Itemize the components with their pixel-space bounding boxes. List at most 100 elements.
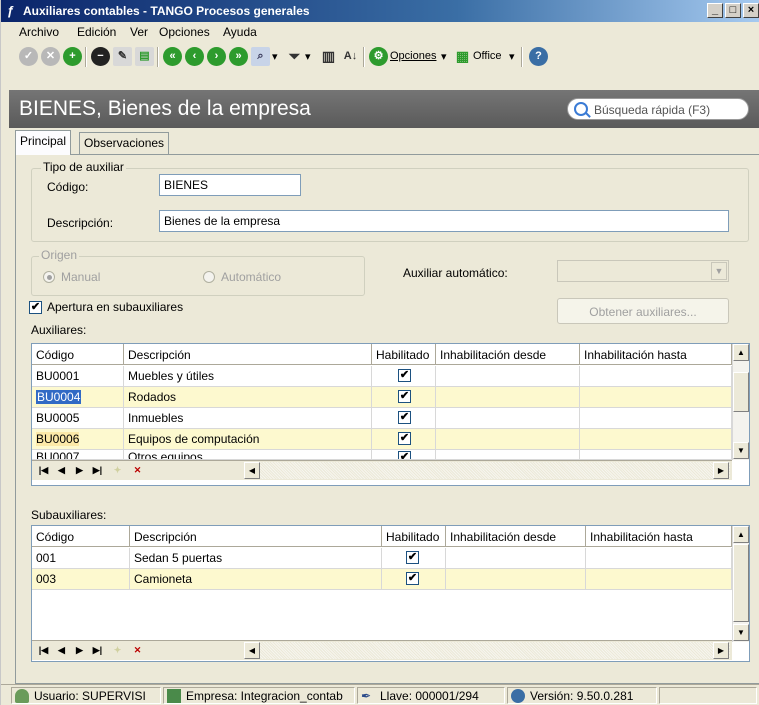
table-row[interactable]: 003 Camioneta ✔ bbox=[32, 569, 732, 590]
menu-opciones[interactable]: Opciones bbox=[159, 25, 210, 39]
vertical-scrollbar[interactable]: ▲ ▼ bbox=[732, 344, 749, 460]
habilitado-checkbox[interactable]: ✔ bbox=[406, 572, 419, 585]
cell-inhab-hasta bbox=[586, 548, 732, 569]
table-row[interactable]: BU0006 Equipos de computación ✔ bbox=[32, 429, 732, 450]
column-header-codigo[interactable]: Código bbox=[32, 344, 124, 365]
add-record-icon[interactable]: ✦ bbox=[110, 643, 125, 658]
status-llave: ✒ Llave: 000001/294 bbox=[357, 687, 505, 704]
column-header-inhab-hasta[interactable]: Inhabilitación hasta bbox=[580, 344, 732, 365]
column-header-descripcion[interactable]: Descripción bbox=[130, 526, 382, 547]
auxiliar-automatico-select[interactable]: ▼ bbox=[557, 260, 729, 282]
last-record-icon[interactable]: » bbox=[229, 47, 248, 66]
maximize-button[interactable]: □ bbox=[725, 3, 741, 18]
first-icon[interactable]: |◀ bbox=[36, 643, 51, 658]
column-header-codigo[interactable]: Código bbox=[32, 526, 130, 547]
selected-codigo[interactable]: BU0004 bbox=[36, 390, 82, 404]
subauxiliares-label: Subauxiliares: bbox=[31, 508, 107, 522]
horizontal-scrollbar[interactable]: ◀ ▶ bbox=[244, 462, 730, 479]
columns-icon[interactable]: ▥ bbox=[319, 47, 338, 66]
table-row[interactable]: BU0007 Otros equipos ✔ bbox=[32, 450, 732, 460]
help-icon[interactable]: ? bbox=[529, 47, 548, 66]
quick-search-input[interactable]: Búsqueda rápida (F3) bbox=[567, 98, 749, 120]
automatico-radio[interactable] bbox=[203, 271, 215, 283]
previous-record-icon[interactable]: ‹ bbox=[185, 47, 204, 66]
table-row[interactable]: BU0004 Rodados ✔ bbox=[32, 387, 732, 408]
filter-icon[interactable]: ⏷ bbox=[285, 47, 304, 66]
column-header-inhab-hasta[interactable]: Inhabilitación hasta bbox=[586, 526, 732, 547]
tab-observaciones[interactable]: Observaciones bbox=[79, 132, 170, 154]
cell-descripcion: Rodados bbox=[124, 387, 372, 408]
table-row[interactable]: BU0005 Inmuebles ✔ bbox=[32, 408, 732, 429]
column-header-inhab-desde[interactable]: Inhabilitación desde bbox=[436, 344, 580, 365]
vertical-scrollbar[interactable]: ▲ ▼ bbox=[732, 526, 749, 642]
options-icon[interactable]: ⚙ bbox=[369, 47, 388, 66]
table-row[interactable]: BU0001 Muebles y útiles ✔ bbox=[32, 366, 732, 387]
print-icon[interactable]: ▤ bbox=[135, 47, 154, 66]
obtener-auxiliares-button[interactable]: Obtener auxiliares... bbox=[557, 298, 729, 324]
office-icon[interactable]: ▦ bbox=[453, 47, 472, 66]
cancel-record-icon[interactable]: ✕ bbox=[130, 463, 145, 478]
sort-icon[interactable]: A↓ bbox=[341, 47, 360, 66]
column-header-inhab-desde[interactable]: Inhabilitación desde bbox=[446, 526, 586, 547]
confirm-icon[interactable]: ✓ bbox=[19, 47, 38, 66]
scroll-left-icon[interactable]: ◀ bbox=[244, 462, 260, 479]
habilitado-checkbox[interactable]: ✔ bbox=[398, 390, 411, 403]
dropdown-arrow-icon[interactable]: ▾ bbox=[305, 50, 311, 63]
first-icon[interactable]: |◀ bbox=[36, 463, 51, 478]
column-header-habilitado[interactable]: Habilitado bbox=[372, 344, 436, 365]
habilitado-checkbox[interactable]: ✔ bbox=[398, 432, 411, 445]
add-icon[interactable]: + bbox=[63, 47, 82, 66]
next-record-icon[interactable]: › bbox=[207, 47, 226, 66]
horizontal-scrollbar[interactable]: ◀ ▶ bbox=[244, 642, 730, 659]
tab-principal[interactable]: Principal bbox=[15, 130, 72, 155]
page-title: BIENES, Bienes de la empresa bbox=[19, 97, 311, 120]
scroll-down-icon[interactable]: ▼ bbox=[733, 442, 749, 459]
edit-icon[interactable]: ✎ bbox=[113, 47, 132, 66]
column-header-descripcion[interactable]: Descripción bbox=[124, 344, 372, 365]
table-row[interactable]: 001 Sedan 5 puertas ✔ bbox=[32, 548, 732, 569]
cancel-record-icon[interactable]: ✕ bbox=[130, 643, 145, 658]
last-icon[interactable]: ▶| bbox=[90, 463, 105, 478]
opciones-button[interactable]: Opciones bbox=[390, 50, 436, 62]
habilitado-checkbox[interactable]: ✔ bbox=[398, 369, 411, 382]
descripcion-field[interactable]: Bienes de la empresa bbox=[159, 210, 729, 232]
habilitado-checkbox[interactable]: ✔ bbox=[398, 411, 411, 424]
scroll-down-icon[interactable]: ▼ bbox=[733, 624, 749, 641]
scroll-up-icon[interactable]: ▲ bbox=[733, 344, 749, 361]
origen-title: Origen bbox=[39, 248, 80, 262]
add-record-icon[interactable]: ✦ bbox=[110, 463, 125, 478]
menu-ver[interactable]: Ver bbox=[130, 25, 148, 39]
column-header-habilitado[interactable]: Habilitado bbox=[382, 526, 446, 547]
first-record-icon[interactable]: « bbox=[163, 47, 182, 66]
delete-icon[interactable]: − bbox=[91, 47, 110, 66]
scroll-right-icon[interactable]: ▶ bbox=[713, 462, 729, 479]
scroll-thumb[interactable] bbox=[733, 544, 749, 622]
menu-ayuda[interactable]: Ayuda bbox=[223, 25, 257, 39]
dropdown-arrow-icon[interactable]: ▾ bbox=[509, 50, 515, 63]
next-icon[interactable]: ▶ bbox=[72, 463, 87, 478]
habilitado-checkbox[interactable]: ✔ bbox=[398, 451, 411, 459]
minimize-button[interactable]: _ bbox=[707, 3, 723, 18]
dropdown-arrow-icon[interactable]: ▾ bbox=[441, 50, 447, 63]
prev-icon[interactable]: ◀ bbox=[54, 463, 69, 478]
habilitado-checkbox[interactable]: ✔ bbox=[406, 551, 419, 564]
dropdown-arrow-icon[interactable]: ▾ bbox=[272, 50, 278, 63]
last-icon[interactable]: ▶| bbox=[90, 643, 105, 658]
prev-icon[interactable]: ◀ bbox=[54, 643, 69, 658]
application-window: ƒ Auxiliares contables - TANGO Procesos … bbox=[0, 0, 759, 705]
office-button[interactable]: Office bbox=[473, 50, 502, 62]
chevron-down-icon: ▼ bbox=[711, 262, 727, 280]
scroll-thumb[interactable] bbox=[733, 372, 749, 412]
scroll-up-icon[interactable]: ▲ bbox=[733, 526, 749, 543]
cancel-icon[interactable]: ✕ bbox=[41, 47, 60, 66]
menu-edicion[interactable]: Edición bbox=[77, 25, 116, 39]
menu-archivo[interactable]: Archivo bbox=[19, 25, 59, 39]
codigo-field[interactable]: BIENES bbox=[159, 174, 301, 196]
close-button[interactable]: × bbox=[743, 3, 759, 18]
apertura-checkbox[interactable]: ✔ bbox=[29, 301, 42, 314]
next-icon[interactable]: ▶ bbox=[72, 643, 87, 658]
binoculars-icon[interactable]: ⌕ bbox=[251, 47, 270, 66]
scroll-left-icon[interactable]: ◀ bbox=[244, 642, 260, 659]
manual-radio[interactable] bbox=[43, 271, 55, 283]
scroll-right-icon[interactable]: ▶ bbox=[713, 642, 729, 659]
